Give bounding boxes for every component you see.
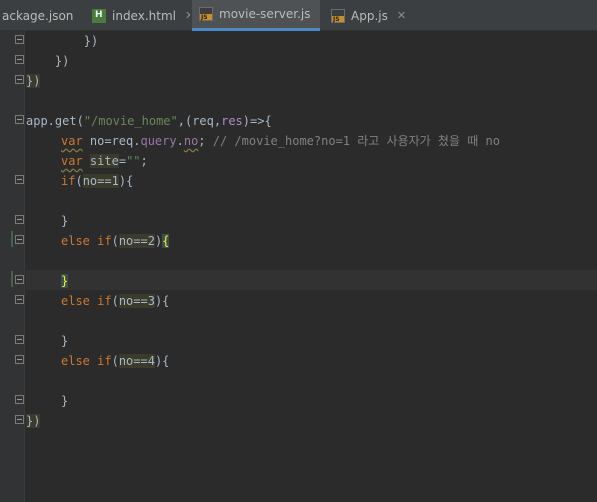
code-text: ;	[198, 134, 213, 148]
code-text: no=req.	[82, 134, 141, 148]
matched-brace: }	[61, 274, 69, 288]
fold-marker-icon[interactable]	[15, 35, 24, 44]
code-text: }	[61, 334, 69, 348]
code-text: }	[61, 214, 69, 228]
code-line: })	[26, 411, 41, 431]
code-text: =	[118, 154, 127, 168]
fold-marker-icon[interactable]	[15, 415, 24, 424]
matched-brace: {	[162, 234, 170, 248]
code-text: })	[26, 414, 41, 428]
code-line: app.get("/movie_home",(req,res)=>{	[26, 111, 272, 131]
code-keyword: else if	[61, 354, 112, 368]
code-variable: site	[89, 154, 119, 168]
code-condition: no==	[82, 174, 112, 188]
fold-marker-icon[interactable]	[15, 275, 24, 284]
js-file-icon	[199, 7, 213, 21]
code-text: })	[26, 74, 41, 88]
code-string: ""	[126, 154, 141, 168]
editor-tab-bar: ackage.json ✕ index.html ✕ movie-server.…	[0, 0, 597, 31]
code-text: })	[26, 54, 70, 68]
change-marker	[11, 231, 13, 247]
code-text: .	[176, 134, 184, 148]
fold-marker-icon[interactable]	[15, 235, 24, 244]
fold-marker-icon[interactable]	[15, 355, 24, 364]
code-keyword: var	[61, 134, 83, 148]
html-file-icon	[92, 8, 106, 23]
fold-marker-icon[interactable]	[15, 115, 24, 124]
tab-app-js[interactable]: App.js ✕	[331, 0, 411, 31]
tab-movie-server-js[interactable]: movie-server.js ✕	[192, 0, 320, 31]
code-text: ){	[154, 354, 170, 368]
code-line: })	[26, 71, 41, 91]
code-line: })	[26, 31, 98, 51]
code-text: (	[111, 294, 119, 308]
code-line: }	[61, 211, 68, 231]
code-line: else if(no==4){	[61, 351, 169, 371]
code-text: ;	[140, 154, 148, 168]
code-line: })	[26, 51, 69, 71]
code-line: var no=req.query.no; // /movie_home?no=1…	[61, 131, 500, 151]
code-param: res	[221, 114, 243, 128]
fold-marker-icon[interactable]	[15, 175, 24, 184]
code-text: (	[111, 234, 119, 248]
code-text: ){	[118, 174, 134, 188]
code-line: if(no==1){	[61, 171, 133, 191]
code-method: get	[54, 114, 77, 128]
code-keyword: if	[61, 174, 76, 188]
tab-label: movie-server.js	[219, 7, 311, 21]
code-text: app.	[26, 114, 55, 128]
code-comment: // /movie_home?no=1 라고 사용자가 쳤을 때 no	[212, 134, 500, 148]
close-tab-icon[interactable]: ✕	[319, 8, 320, 21]
fold-marker-icon[interactable]	[15, 295, 24, 304]
code-keyword: var	[61, 154, 83, 168]
code-text: ){	[154, 294, 170, 308]
code-line: }	[61, 391, 68, 411]
code-string: "/movie_home"	[83, 114, 178, 128]
code-condition: no==4	[118, 354, 155, 368]
js-file-icon	[331, 8, 345, 23]
code-text: (	[76, 114, 84, 128]
current-line-highlight	[26, 270, 597, 290]
code-text: })	[26, 34, 99, 48]
code-text: }	[61, 394, 69, 408]
tab-index-html[interactable]: index.html ✕	[92, 0, 190, 31]
code-line: else if(no==3){	[61, 291, 169, 311]
tab-label: index.html	[112, 8, 176, 23]
code-property: query	[140, 134, 177, 148]
fold-marker-icon[interactable]	[15, 395, 24, 404]
code-line: }	[61, 271, 69, 291]
tab-label: App.js	[351, 8, 388, 23]
code-line: else if(no==2){	[61, 231, 170, 251]
code-number: 1	[111, 174, 119, 188]
code-condition: no==2	[118, 234, 155, 248]
code-condition: no==3	[118, 294, 155, 308]
close-tab-icon[interactable]: ✕	[185, 9, 190, 22]
close-tab-icon[interactable]: ✕	[397, 9, 406, 22]
code-keyword: else if	[61, 294, 112, 308]
code-keyword: else if	[61, 234, 112, 248]
code-text: )=>{	[242, 114, 272, 128]
code-property: no	[183, 134, 199, 148]
code-text: (	[75, 174, 83, 188]
fold-marker-icon[interactable]	[15, 55, 24, 64]
code-text: ,(req,	[177, 114, 222, 128]
change-marker	[11, 271, 13, 287]
code-editor[interactable]: }) }) }) app.get("/movie_home",(req,res)…	[0, 31, 597, 502]
tab-label: ackage.json	[2, 8, 74, 23]
editor-gutter	[0, 31, 25, 502]
fold-marker-icon[interactable]	[15, 215, 24, 224]
code-text: (	[111, 354, 119, 368]
code-line: }	[61, 331, 68, 351]
tab-package-json[interactable]: ackage.json ✕	[0, 0, 78, 31]
fold-marker-icon[interactable]	[15, 335, 24, 344]
code-line: var site="";	[61, 151, 148, 171]
fold-marker-icon[interactable]	[15, 75, 24, 84]
